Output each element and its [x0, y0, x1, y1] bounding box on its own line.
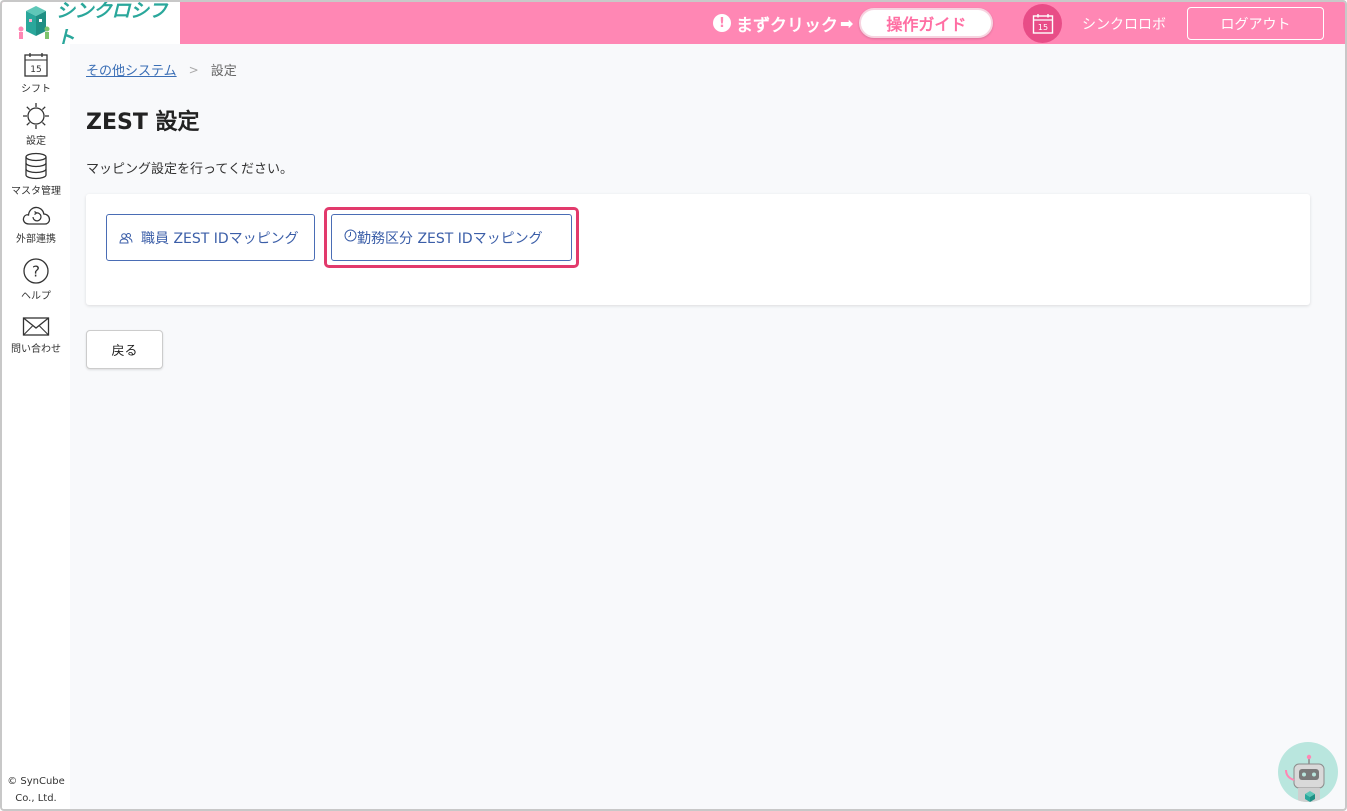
- button-label: 職員 ZEST IDマッピング: [141, 230, 299, 247]
- sidebar-item-shift[interactable]: 15 シフト: [2, 52, 70, 95]
- sidebar: 15 シフト 設定 マスタ管理 外部連携 ? ヘルプ 問い合わせ © SynCu…: [2, 44, 70, 809]
- shift-category-zest-mapping-button[interactable]: 勤務区分 ZEST IDマッピング: [331, 214, 572, 261]
- calendar-day: 15: [1037, 23, 1047, 32]
- clock-icon: [344, 229, 357, 246]
- button-label: 勤務区分 ZEST IDマッピング: [357, 230, 543, 247]
- copyright-line: © SynCube: [7, 776, 65, 787]
- page-title: ZEST 設定: [86, 110, 200, 135]
- app-window: シンクロシフト ! まずクリック ➡ 操作ガイド 15 シンクロロボ ログアウト: [0, 0, 1347, 811]
- main-content: その他システム > 設定 ZEST 設定 マッピング設定を行ってください。 職員…: [70, 44, 1345, 809]
- cloud-sync-icon: [22, 206, 51, 225]
- svg-text:?: ?: [32, 263, 40, 281]
- highlight-frame: 勤務区分 ZEST IDマッピング: [324, 207, 579, 268]
- breadcrumb-link[interactable]: その他システム: [86, 60, 177, 79]
- exclamation-icon: !: [713, 14, 731, 32]
- sidebar-item-label: ヘルプ: [21, 291, 51, 302]
- operation-guide-button[interactable]: 操作ガイド: [859, 8, 994, 38]
- sidebar-item-settings[interactable]: 設定: [2, 102, 70, 147]
- sidebar-item-label: シフト: [21, 84, 51, 95]
- gear-icon: [23, 103, 49, 129]
- users-icon: [119, 232, 133, 244]
- copyright: © SynCube Co., Ltd.: [2, 773, 70, 807]
- logo-mark-icon: [16, 5, 52, 41]
- sidebar-item-integration[interactable]: 外部連携: [2, 204, 70, 245]
- breadcrumb-separator: >: [188, 62, 199, 77]
- breadcrumb: その他システム > 設定: [86, 60, 237, 80]
- calendar-day: 15: [30, 65, 41, 75]
- page-description: マッピング設定を行ってください。: [86, 162, 293, 177]
- breadcrumb-current: 設定: [210, 64, 237, 79]
- brand-name: シンクロシフト: [56, 0, 168, 49]
- help-icon: ?: [23, 258, 49, 284]
- mapping-card: 職員 ZEST IDマッピング 勤務区分 ZEST IDマッピング: [86, 194, 1310, 305]
- sidebar-item-master[interactable]: マスタ管理: [2, 152, 70, 197]
- header-calendar-button[interactable]: 15: [1023, 4, 1062, 43]
- sidebar-item-label: 問い合わせ: [11, 344, 61, 355]
- brand-logo[interactable]: シンクロシフト: [2, 2, 180, 49]
- arrow-right-icon: ➡: [840, 13, 854, 33]
- top-header: シンクロシフト ! まずクリック ➡ 操作ガイド 15 シンクロロボ ログアウト: [2, 2, 1345, 49]
- sidebar-item-label: 設定: [26, 136, 46, 147]
- user-name[interactable]: シンクロロボ: [1082, 14, 1166, 34]
- sidebar-item-contact[interactable]: 問い合わせ: [2, 316, 70, 355]
- sidebar-item-label: マスタ管理: [11, 186, 61, 197]
- copyright-line: Co., Ltd.: [15, 793, 57, 804]
- guide-area: ! まずクリック ➡ 操作ガイド: [713, 8, 994, 38]
- staff-zest-mapping-button[interactable]: 職員 ZEST IDマッピング: [106, 214, 315, 261]
- back-button[interactable]: 戻る: [86, 330, 163, 369]
- calendar-icon: 15: [24, 53, 48, 77]
- database-icon: [25, 152, 47, 180]
- robot-icon: [1285, 754, 1325, 802]
- robot-assistant-button[interactable]: [1278, 742, 1338, 802]
- sidebar-item-label: 外部連携: [16, 234, 56, 245]
- logout-button[interactable]: ログアウト: [1187, 7, 1324, 40]
- calendar-icon: 15: [1032, 13, 1053, 34]
- guide-prompt: まずクリック: [736, 15, 838, 36]
- mail-icon: [22, 317, 50, 336]
- sidebar-item-help[interactable]: ? ヘルプ: [2, 257, 70, 302]
